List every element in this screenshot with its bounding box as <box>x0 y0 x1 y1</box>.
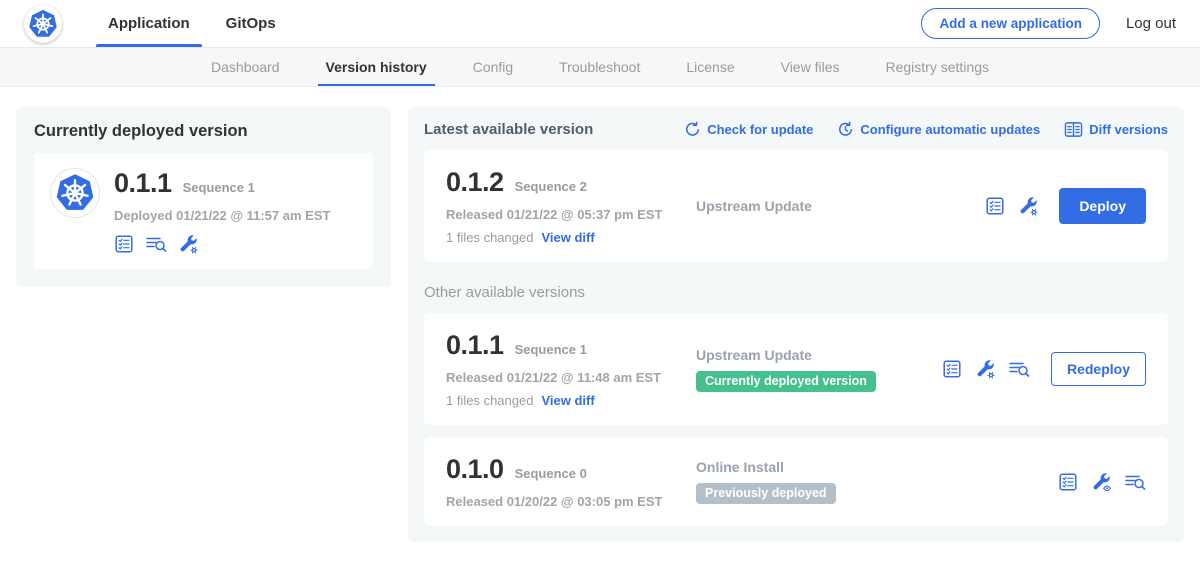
files-changed-label: 1 files changed <box>446 230 533 245</box>
view-diff-link[interactable]: View diff <box>541 393 594 408</box>
version-card-0-1-2: 0.1.2 Sequence 2 Released 01/21/22 @ 05:… <box>424 150 1168 262</box>
subnav-dashboard[interactable]: Dashboard <box>211 48 280 86</box>
deployed-version-number: 0.1.1 <box>114 168 172 199</box>
deploy-button[interactable]: Deploy <box>1059 188 1146 224</box>
other-versions-title: Other available versions <box>424 284 1168 301</box>
version-history-page: Currently deployed version 0.1.1 Sequenc… <box>0 87 1200 562</box>
currently-deployed-panel: Currently deployed version 0.1.1 Sequenc… <box>16 107 391 287</box>
redeploy-button[interactable]: Redeploy <box>1051 352 1146 386</box>
preflight-checks-icon[interactable] <box>942 359 962 379</box>
top-tabs: Application GitOps <box>90 0 294 47</box>
subnav-license[interactable]: License <box>686 48 734 86</box>
deployed-timestamp: Deployed 01/21/22 @ 11:57 am EST <box>114 208 330 223</box>
view-config-icon[interactable] <box>1091 472 1111 492</box>
version-card-0-1-0: 0.1.0 Sequence 0 Released 01/20/22 @ 03:… <box>424 437 1168 526</box>
deployed-panel-title: Currently deployed version <box>34 122 373 141</box>
refresh-icon <box>684 121 701 138</box>
sequence-label: Sequence 2 <box>515 179 587 194</box>
subnav-version-history[interactable]: Version history <box>326 48 427 86</box>
version-number: 0.1.1 <box>446 330 504 361</box>
version-number: 0.1.2 <box>446 167 504 198</box>
deploy-logs-icon[interactable] <box>1124 472 1146 492</box>
kubernetes-logo <box>24 5 62 43</box>
preflight-checks-icon[interactable] <box>985 196 1005 216</box>
subnav-registry-settings[interactable]: Registry settings <box>886 48 989 86</box>
files-changed-label: 1 files changed <box>446 393 533 408</box>
check-for-update-label: Check for update <box>707 122 813 137</box>
top-nav: Application GitOps Add a new application… <box>0 0 1200 48</box>
app-sub-nav: Dashboard Version history Config Trouble… <box>0 48 1200 87</box>
diff-icon <box>1064 121 1083 138</box>
released-timestamp: Released 01/20/22 @ 03:05 pm EST <box>446 494 696 509</box>
topnav-actions: Add a new application Log out <box>921 8 1176 39</box>
version-source-label: Online Install <box>696 459 1058 475</box>
subnav-view-files[interactable]: View files <box>781 48 840 86</box>
sequence-label: Sequence 0 <box>515 466 587 481</box>
deployed-sequence-label: Sequence 1 <box>183 180 255 195</box>
view-diff-link[interactable]: View diff <box>541 230 594 245</box>
sequence-label: Sequence 1 <box>515 342 587 357</box>
currently-deployed-badge: Currently deployed version <box>696 371 876 392</box>
tab-gitops[interactable]: GitOps <box>208 0 294 47</box>
configure-automatic-updates-button[interactable]: Configure automatic updates <box>837 121 1040 138</box>
check-for-update-button[interactable]: Check for update <box>684 121 813 138</box>
deploy-logs-icon[interactable] <box>1008 359 1030 379</box>
tab-application[interactable]: Application <box>90 0 208 47</box>
preflight-checks-icon[interactable] <box>1058 472 1078 492</box>
subnav-config[interactable]: Config <box>473 48 513 86</box>
diff-versions-button[interactable]: Diff versions <box>1064 121 1168 138</box>
diff-versions-label: Diff versions <box>1089 122 1168 137</box>
version-number: 0.1.0 <box>446 454 504 485</box>
edit-config-icon[interactable] <box>178 234 198 254</box>
configure-automatic-updates-label: Configure automatic updates <box>860 122 1040 137</box>
version-card-0-1-1: 0.1.1 Sequence 1 Released 01/21/22 @ 11:… <box>424 313 1168 425</box>
deployed-version-card: 0.1.1 Sequence 1 Deployed 01/21/22 @ 11:… <box>34 153 373 269</box>
deploy-logs-icon[interactable] <box>145 234 167 254</box>
logout-button[interactable]: Log out <box>1126 15 1176 32</box>
version-source-label: Upstream Update <box>696 198 985 214</box>
latest-available-panel: Latest available version Check for updat… <box>408 107 1184 542</box>
subnav-troubleshoot[interactable]: Troubleshoot <box>559 48 640 86</box>
edit-config-icon[interactable] <box>1018 196 1038 216</box>
latest-panel-title: Latest available version <box>424 121 593 138</box>
previously-deployed-badge: Previously deployed <box>696 483 836 504</box>
released-timestamp: Released 01/21/22 @ 11:48 am EST <box>446 370 696 385</box>
preflight-checks-icon[interactable] <box>114 234 134 254</box>
released-timestamp: Released 01/21/22 @ 05:37 pm EST <box>446 207 696 222</box>
version-source-label: Upstream Update <box>696 347 942 363</box>
edit-config-icon[interactable] <box>975 359 995 379</box>
app-icon <box>50 168 100 218</box>
add-application-button[interactable]: Add a new application <box>921 8 1100 39</box>
auto-update-icon <box>837 121 854 138</box>
